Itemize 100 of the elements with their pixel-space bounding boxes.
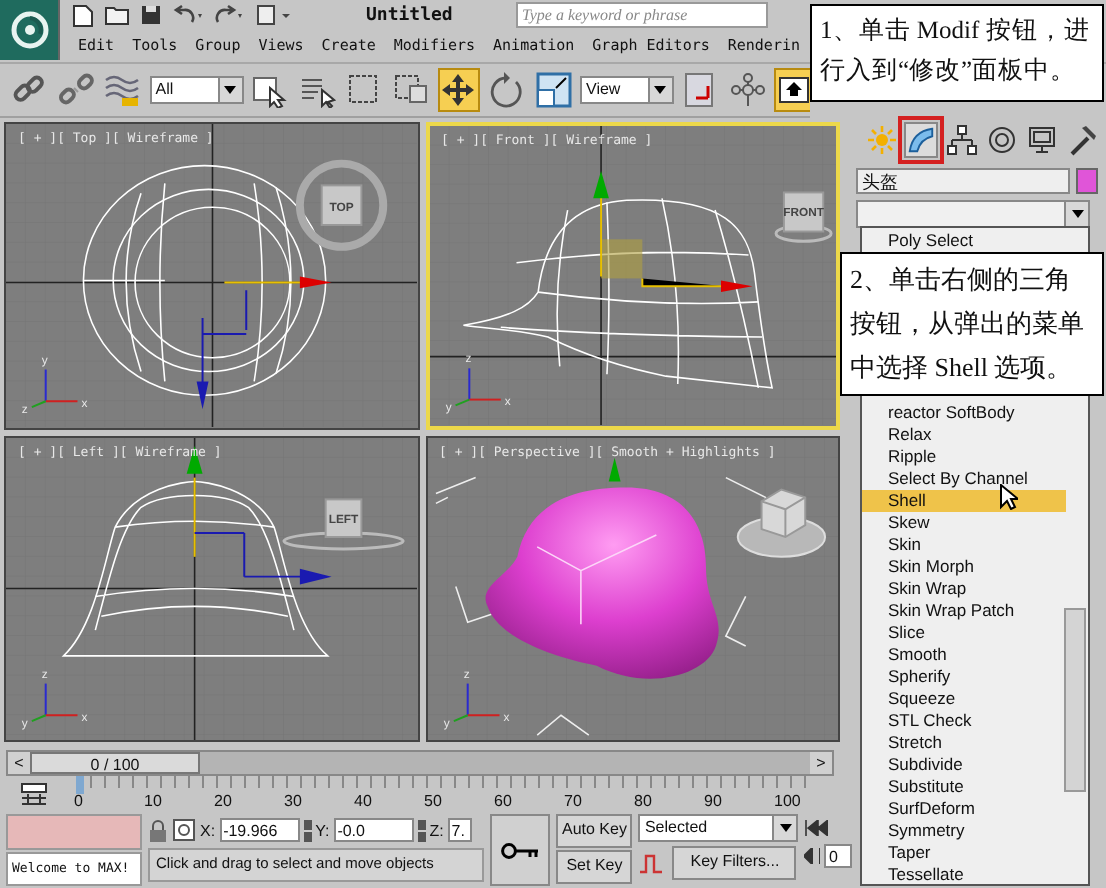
- new-file-icon[interactable]: [72, 3, 94, 27]
- dropdown-arrow-icon[interactable]: [1071, 210, 1083, 218]
- go-to-start-icon[interactable]: [804, 820, 829, 836]
- search-field[interactable]: Type a keyword or phrase: [516, 2, 768, 28]
- scrollbar-thumb[interactable]: [1064, 608, 1086, 792]
- object-name-field[interactable]: 头盔: [856, 168, 1070, 194]
- set-keys-button[interactable]: [490, 814, 550, 886]
- dropdown-arrow-icon[interactable]: [654, 86, 667, 94]
- key-mode-icon[interactable]: [804, 848, 821, 864]
- cursor-icon: [1000, 484, 1018, 510]
- y-label: Y:: [315, 821, 330, 839]
- project-folder-icon[interactable]: [256, 4, 292, 26]
- callout: 2、单击右侧的三角按钮，从弹出的菜单中选择 Shell 选项。: [840, 252, 1104, 396]
- menu-item[interactable]: Skin Wrap Patch: [862, 600, 1066, 622]
- menu-item[interactable]: Ripple: [862, 446, 1066, 468]
- listener-field[interactable]: [6, 814, 142, 850]
- menu-item[interactable]: Skew: [862, 512, 1066, 534]
- menu-item[interactable]: Squeeze: [862, 688, 1066, 710]
- open-folder-icon[interactable]: [104, 4, 130, 26]
- selection-icon[interactable]: [172, 818, 196, 842]
- view-cube-icon[interactable]: [773, 191, 832, 243]
- scale-tool-button[interactable]: [532, 68, 574, 112]
- frame-tick-label: 90: [704, 792, 722, 810]
- snap-tool-button[interactable]: [774, 68, 810, 112]
- callout: 1、单击 Modif 按钮，进行入到“修改”面板中。: [810, 4, 1104, 102]
- menu-item[interactable]: Skin: [862, 534, 1066, 556]
- undo-icon[interactable]: [172, 4, 204, 26]
- menu-item[interactable]: Subdivide: [862, 754, 1066, 776]
- current-frame-field[interactable]: 0: [824, 844, 853, 868]
- x-label: X:: [200, 821, 216, 839]
- tangent-icon[interactable]: [638, 850, 665, 876]
- window-title: Untitled: [366, 5, 455, 25]
- dropdown[interactable]: All: [149, 76, 244, 104]
- frame-tick-label: 0: [74, 792, 83, 810]
- menu-item[interactable]: Select By Channel: [862, 468, 1066, 490]
- auto-key-button[interactable]: Auto Key: [556, 814, 633, 848]
- dropdown-arrow-icon[interactable]: [224, 86, 237, 94]
- x-coordinate-field[interactable]: -19.966: [219, 818, 300, 842]
- y-coordinate-field[interactable]: -0.0: [333, 818, 414, 842]
- z-label: Z:: [429, 821, 444, 839]
- menu-item[interactable]: Shell: [862, 490, 1066, 512]
- axis-tripod-drawing: [30, 681, 79, 722]
- menu-item[interactable]: Poly Select: [862, 230, 1066, 252]
- redo-icon[interactable]: [214, 4, 246, 26]
- key-mode-dropdown[interactable]: Selected: [638, 814, 799, 842]
- menu-item[interactable]: SurfDeform: [862, 798, 1066, 820]
- view-cube-icon[interactable]: [735, 487, 826, 557]
- move-tool-button[interactable]: [438, 68, 480, 112]
- hierarchy-tab[interactable]: [944, 122, 978, 158]
- menu-item[interactable]: reactor SoftBody: [862, 402, 1066, 424]
- axis-tripod-drawing: [453, 367, 501, 407]
- dropdown-arrow-icon[interactable]: [779, 824, 792, 832]
- object-color-swatch[interactable]: [1076, 168, 1098, 194]
- key-icon: [500, 841, 540, 859]
- motion-tab[interactable]: [984, 122, 1018, 158]
- track-bar[interactable]: 0 10 20 30 40 50 60 70 80 90 100: [76, 776, 808, 812]
- menu-item[interactable]: Spherify: [862, 666, 1066, 688]
- time-slider[interactable]: < 0 / 100 >: [6, 750, 834, 776]
- menu-item[interactable]: Tessellate: [862, 864, 1066, 886]
- next-frame-button[interactable]: >: [810, 752, 832, 774]
- modify-tab[interactable]: [904, 122, 938, 158]
- frame-tick-label: 70: [564, 792, 582, 810]
- spinner-icon[interactable]: [417, 819, 426, 841]
- curve-editor-icon[interactable]: [20, 782, 48, 806]
- menu-item[interactable]: Slice: [862, 622, 1066, 644]
- view-cube-icon[interactable]: [282, 497, 405, 550]
- frame-tick-label: 40: [354, 792, 372, 810]
- menu-item[interactable]: Skin Morph: [862, 556, 1066, 578]
- view-cube-icon[interactable]: [295, 159, 388, 251]
- set-key-button[interactable]: Set Key: [556, 850, 633, 884]
- key-filters-button[interactable]: Key Filters...: [672, 846, 797, 880]
- rotate-tool-button[interactable]: [485, 68, 527, 112]
- frame-tick-label: 10: [144, 792, 162, 810]
- frame-tick-label: 50: [424, 792, 442, 810]
- frame-tick-label: 80: [634, 792, 652, 810]
- menu-item[interactable]: Smooth: [862, 644, 1066, 666]
- menu-item[interactable]: Substitute: [862, 776, 1066, 798]
- manipulate-tool-button[interactable]: [727, 68, 769, 112]
- time-slider-thumb[interactable]: 0 / 100: [30, 752, 200, 774]
- lock-icon[interactable]: [148, 819, 168, 841]
- menu-item[interactable]: Relax: [862, 424, 1066, 446]
- frame-tick-label: 30: [284, 792, 302, 810]
- previous-frame-button[interactable]: <: [8, 752, 30, 774]
- modifier-list-dropdown[interactable]: [856, 200, 1090, 228]
- display-tab[interactable]: [1024, 122, 1058, 158]
- axis-tripod-drawing: [451, 681, 500, 722]
- axis-tripod-drawing: [30, 368, 79, 409]
- app-logo-icon[interactable]: [0, 0, 60, 60]
- frame-tick-label: 100: [774, 792, 801, 810]
- dropdown[interactable]: View: [580, 76, 674, 104]
- menu-item[interactable]: Symmetry: [862, 820, 1066, 842]
- frame-tick-label: 20: [214, 792, 232, 810]
- spinner-icon[interactable]: [303, 819, 312, 841]
- menu-item[interactable]: Stretch: [862, 732, 1066, 754]
- save-icon[interactable]: [140, 4, 162, 26]
- menu-item[interactable]: STL Check: [862, 710, 1066, 732]
- frame-tick-label: 60: [494, 792, 512, 810]
- menu-item[interactable]: Taper: [862, 842, 1066, 864]
- menu-item[interactable]: Skin Wrap: [862, 578, 1066, 600]
- z-coordinate-field[interactable]: 7.: [447, 818, 472, 842]
